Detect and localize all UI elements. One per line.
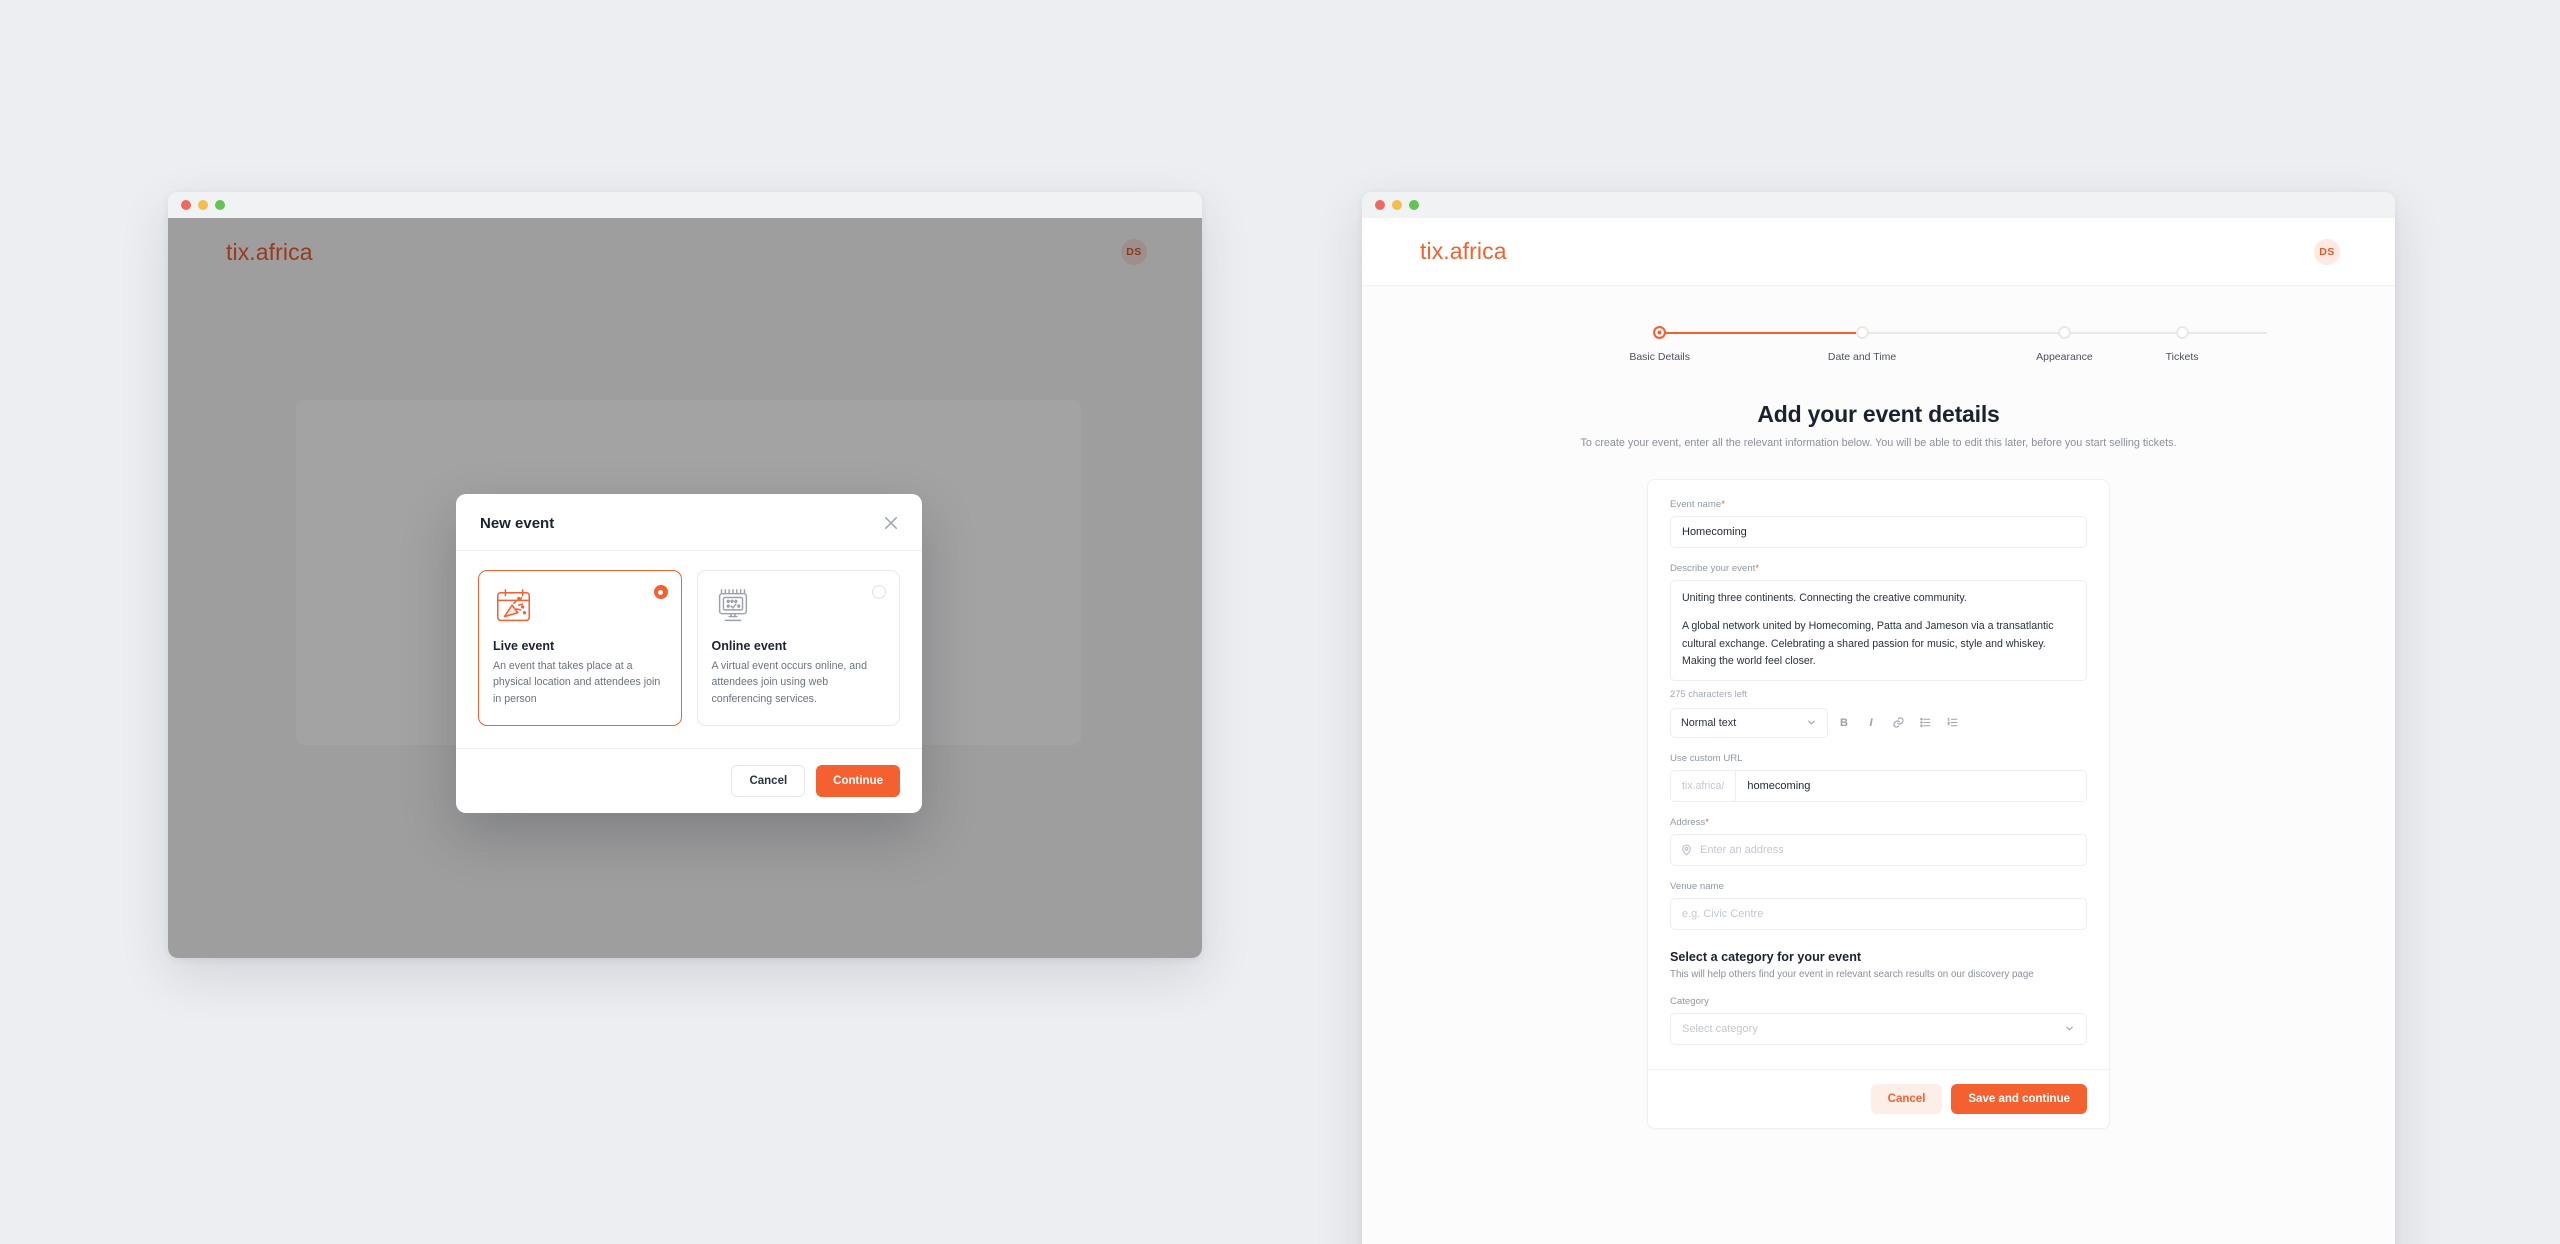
modal-title: New event <box>480 514 555 532</box>
step-label: Tickets <box>2165 351 2199 363</box>
option-title-online: Online event <box>711 639 787 653</box>
category-selected-value: Select category <box>1682 1022 1758 1035</box>
required-marker: * <box>1705 816 1709 828</box>
field-venue-name: Venue name <box>1670 881 2087 930</box>
window-minimize-dot[interactable] <box>1392 200 1402 210</box>
italic-icon[interactable]: I <box>1860 712 1882 734</box>
window-minimize-dot[interactable] <box>198 200 208 210</box>
label-text: Describe your event <box>1670 563 1756 574</box>
field-address: Address* <box>1670 817 2087 866</box>
bullet-list-icon[interactable] <box>1914 712 1936 734</box>
step-label: Date and Time <box>1827 351 1897 363</box>
modal-footer: Cancel Continue <box>456 748 922 813</box>
step-node <box>1855 326 1869 339</box>
close-icon[interactable] <box>882 514 900 532</box>
description-paragraph-2: A global network united by Homecoming, P… <box>1682 620 2054 668</box>
browser-window-right: tix.africa DS Basic Details Date and Tim… <box>1362 192 2395 1244</box>
step-node <box>2175 326 2189 339</box>
page-heading-block: Add your event details To create your ev… <box>1362 401 2395 449</box>
field-category: Category Select category <box>1670 996 2087 1045</box>
rich-text-toolbar: Normal text B I <box>1670 707 2087 738</box>
right-window-body: tix.africa DS Basic Details Date and Tim… <box>1362 218 2395 1244</box>
modal-header: New event <box>456 494 922 551</box>
option-description-live: An event that takes place at a physical … <box>493 660 661 705</box>
form-cancel-button[interactable]: Cancel <box>1870 1083 1943 1114</box>
custom-url-group: tix.africa/ <box>1670 769 2087 802</box>
brand-logo-right[interactable]: tix.africa <box>1420 238 1507 265</box>
characters-left-text: 275 characters left <box>1670 687 1748 699</box>
step-label: Basic Details <box>1629 351 1691 363</box>
field-custom-url: Use custom URL tix.africa/ <box>1670 753 2087 802</box>
desktop-monitor-icon <box>712 587 754 625</box>
text-style-value: Normal text <box>1681 716 1737 729</box>
custom-url-input[interactable] <box>1736 770 2086 801</box>
browser-window-left: tix.africa DS New event Live event An ev… <box>168 192 1202 958</box>
window-maximize-dot[interactable] <box>215 200 225 210</box>
modal-body: Live event An event that takes place at … <box>456 551 922 748</box>
step-basic-details[interactable]: Basic Details <box>1559 326 1863 363</box>
option-description-online: A virtual event occurs online, and atten… <box>711 660 867 705</box>
label-text: Address <box>1670 816 1706 828</box>
window-close-dot[interactable] <box>181 200 191 210</box>
required-marker: * <box>1755 563 1760 574</box>
category-section-title: Select a category for your event <box>1670 949 1862 964</box>
event-details-form: Event name* Describe your event* Uniting… <box>1648 480 2109 1069</box>
chevron-down-icon <box>1808 720 1815 725</box>
description-paragraph-1: Uniting three continents. Connecting the… <box>1682 592 1967 604</box>
option-title-live: Live event <box>493 639 555 653</box>
field-description: Describe your event* Uniting three conti… <box>1670 563 2087 738</box>
step-tickets[interactable]: Tickets <box>2166 326 2199 363</box>
event-details-card: Event name* Describe your event* Uniting… <box>1647 479 2110 1129</box>
new-event-modal: New event Live event An event that takes… <box>456 494 922 814</box>
screenshot-stage: tix.africa DS New event Live event An ev… <box>0 0 2560 1244</box>
modal-cancel-button[interactable]: Cancel <box>731 765 806 798</box>
address-input-wrap <box>1670 833 2087 866</box>
label-event-name: Event name* <box>1670 499 2087 510</box>
step-node <box>1653 326 1667 339</box>
modal-continue-button[interactable]: Continue <box>816 765 900 798</box>
required-marker: * <box>1721 499 1725 510</box>
numbered-list-icon[interactable] <box>1941 712 1963 734</box>
form-actions: Cancel Save and continue <box>1648 1068 2109 1128</box>
label-description: Describe your event* <box>1670 563 2087 574</box>
window-close-dot[interactable] <box>1375 200 1385 210</box>
event-type-option-live[interactable]: Live event An event that takes place at … <box>478 570 682 727</box>
label-venue-name: Venue name <box>1670 880 1724 892</box>
chevron-down-icon <box>2066 1026 2073 1031</box>
address-input[interactable] <box>1670 833 2087 866</box>
step-appearance[interactable]: Appearance <box>1963 326 2267 363</box>
text-style-select[interactable]: Normal text <box>1670 707 1828 738</box>
label-address: Address* <box>1670 817 2087 828</box>
venue-name-input[interactable] <box>1670 897 2087 930</box>
calendar-confetti-icon <box>493 587 535 625</box>
radio-live-selected[interactable] <box>653 585 668 599</box>
titlebar-right <box>1362 192 2395 218</box>
url-prefix: tix.africa/ <box>1671 770 1737 801</box>
window-maximize-dot[interactable] <box>1409 200 1419 210</box>
description-editor[interactable]: Uniting three continents. Connecting the… <box>1670 580 2087 681</box>
avatar-right[interactable]: DS <box>2314 238 2340 265</box>
category-select[interactable]: Select category <box>1670 1012 2087 1045</box>
titlebar-left <box>168 192 1202 218</box>
label-text: Event name <box>1670 499 1722 510</box>
step-date-and-time[interactable]: Date and Time <box>1761 326 2065 363</box>
form-save-continue-button[interactable]: Save and continue <box>1951 1083 2087 1114</box>
label-custom-url: Use custom URL <box>1670 752 1743 764</box>
step-label: Appearance <box>2036 351 2093 363</box>
step-node <box>2057 326 2071 339</box>
page-subtitle: To create your event, enter all the rele… <box>1580 437 2177 449</box>
label-category: Category <box>1670 995 1709 1007</box>
app-header-right: tix.africa DS <box>1362 218 2395 286</box>
page-title: Add your event details <box>1757 401 2000 427</box>
event-type-option-online[interactable]: Online event A virtual event occurs onli… <box>696 570 900 727</box>
location-pin-icon <box>1682 844 1691 856</box>
event-name-input[interactable] <box>1670 516 2087 548</box>
bold-icon[interactable]: B <box>1833 712 1855 734</box>
radio-online-unselected[interactable] <box>872 585 886 599</box>
link-icon[interactable] <box>1887 712 1909 734</box>
field-event-name: Event name* <box>1670 499 2087 548</box>
progress-stepper: Basic Details Date and Time Appearance T… <box>1362 286 2395 363</box>
left-window-body: tix.africa DS New event Live event An ev… <box>168 218 1202 958</box>
category-section-subtitle: This will help others find your event in… <box>1670 968 2034 980</box>
